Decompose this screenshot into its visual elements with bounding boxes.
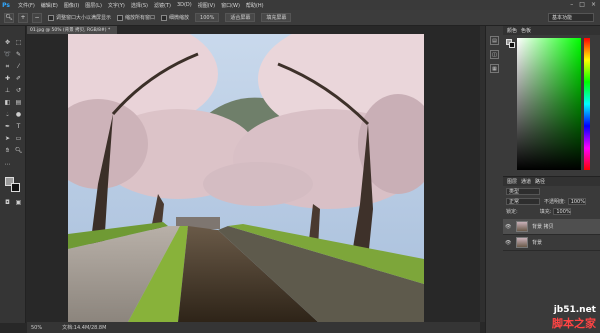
menu-view[interactable]: 视图(V) bbox=[198, 2, 215, 9]
more-tools-icon[interactable]: ⋯ bbox=[3, 160, 12, 169]
zoom-tool-icon[interactable]: 🔍︎ bbox=[14, 146, 23, 155]
lock-label: 锁定: bbox=[506, 209, 518, 215]
window-controls: – □ × bbox=[570, 1, 596, 8]
photoshop-logo: Ps bbox=[2, 1, 10, 9]
marquee-tool-icon[interactable]: ⬚ bbox=[14, 38, 23, 47]
zoom-in-icon[interactable]: + bbox=[18, 12, 28, 23]
menu-bar: Ps 文件(F) 编辑(E) 图像(I) 图层(L) 文字(Y) 选择(S) 滤… bbox=[0, 0, 600, 10]
menu-image[interactable]: 图像(I) bbox=[64, 2, 79, 9]
watermark-site-name: 脚本之家 bbox=[552, 317, 596, 330]
minimize-button[interactable]: – bbox=[570, 1, 573, 8]
tab-layers[interactable]: 图层 bbox=[507, 178, 517, 185]
pen-tool-icon[interactable]: ✒ bbox=[3, 122, 12, 131]
layer-thumbnail bbox=[516, 237, 528, 248]
menu-3d[interactable]: 3D(D) bbox=[177, 2, 192, 8]
quick-select-tool-icon[interactable]: ✎ bbox=[14, 50, 23, 59]
adjustments-panel-icon[interactable]: ▦ bbox=[490, 64, 499, 73]
resize-windows-checkbox[interactable] bbox=[48, 14, 54, 21]
brush-tool-icon[interactable]: ✐ bbox=[14, 74, 23, 83]
path-select-icon[interactable]: ➤ bbox=[3, 134, 12, 143]
tools-panel: ✥ ⬚ ➰ ✎ ⌗ ⁄ ✚ ✐ ⊥ ↺ ◧ ▤ 💧︎ ● ✒ T ➤ ▭ ✋︎ … bbox=[0, 26, 26, 323]
zoom-all-checkbox[interactable] bbox=[117, 14, 124, 21]
menu-select[interactable]: 选择(S) bbox=[131, 2, 148, 9]
color-picker-field[interactable] bbox=[517, 38, 581, 170]
menu-file[interactable]: 文件(F) bbox=[18, 2, 35, 9]
zoom-out-icon[interactable]: − bbox=[32, 12, 42, 23]
document-tab[interactable]: 01.jpg @ 50% (背景 拷贝, RGB/8#) * bbox=[27, 26, 117, 34]
scrubby-zoom-label: 细微缩放 bbox=[169, 15, 190, 21]
watermark: jb51.net 脚本之家 bbox=[552, 305, 596, 331]
opacity-label: 不透明度: bbox=[544, 199, 566, 205]
maximize-button[interactable]: □ bbox=[579, 1, 585, 8]
visibility-eye-icon[interactable]: 👁︎ bbox=[505, 240, 513, 246]
zoom-all-label: 缩放所有窗口 bbox=[125, 15, 156, 21]
color-panel: 颜色 色板 bbox=[503, 26, 600, 176]
healing-brush-icon[interactable]: ✚ bbox=[3, 74, 12, 83]
quick-mask-icon[interactable]: ◘ bbox=[3, 198, 12, 207]
move-tool-icon[interactable]: ✥ bbox=[3, 38, 12, 47]
history-brush-icon[interactable]: ↺ bbox=[14, 86, 23, 95]
zoom-100-button[interactable]: 100% bbox=[195, 13, 220, 22]
panel-icon-strip: ▤ ◫ ▦ bbox=[485, 26, 503, 333]
blend-mode-select[interactable]: 正常 bbox=[506, 198, 540, 205]
tab-color[interactable]: 颜色 bbox=[507, 27, 517, 34]
menu-window[interactable]: 窗口(W) bbox=[221, 2, 240, 9]
lasso-tool-icon[interactable]: ➰ bbox=[3, 50, 12, 59]
clone-stamp-icon[interactable]: ⊥ bbox=[3, 86, 12, 95]
properties-panel-icon[interactable]: ◫ bbox=[490, 50, 499, 59]
tab-swatches[interactable]: 色板 bbox=[521, 27, 531, 34]
cherry-blossom-canal-photo bbox=[68, 34, 424, 322]
close-button[interactable]: × bbox=[591, 1, 596, 8]
menu-layer[interactable]: 图层(L) bbox=[85, 2, 102, 9]
menu-type[interactable]: 文字(Y) bbox=[108, 2, 125, 9]
fit-screen-button[interactable]: 适合屏幕 bbox=[225, 13, 256, 22]
document-size[interactable]: 文档:14.4M/28.8M bbox=[62, 324, 106, 331]
gradient-tool-icon[interactable]: ▤ bbox=[14, 98, 23, 107]
layer-thumbnail bbox=[516, 221, 528, 232]
menu-filter[interactable]: 滤镜(T) bbox=[154, 2, 171, 9]
color-panel-tabs: 颜色 色板 bbox=[503, 26, 600, 35]
tab-channels[interactable]: 通道 bbox=[521, 178, 531, 185]
layer-name: 背景 拷贝 bbox=[532, 224, 554, 230]
scrubby-zoom-checkbox[interactable] bbox=[161, 14, 168, 21]
shape-tool-icon[interactable]: ▭ bbox=[14, 134, 23, 143]
background-color-swatch[interactable] bbox=[11, 183, 20, 192]
watermark-domain: jb51.net bbox=[553, 305, 596, 315]
menu-help[interactable]: 帮助(H) bbox=[246, 2, 264, 9]
layers-panel-tabs: 图层 通道 路径 bbox=[503, 177, 600, 186]
status-bar: 50% 文档:14.4M/28.8M bbox=[27, 322, 480, 333]
layer-filter-select[interactable]: 类型 bbox=[506, 188, 540, 195]
options-bar: 🔍︎ + − 调整窗口大小以满屏显示 缩放所有窗口 细微缩放 100% 适合屏幕… bbox=[0, 10, 600, 26]
dodge-tool-icon[interactable]: ● bbox=[14, 110, 23, 119]
tab-paths[interactable]: 路径 bbox=[535, 178, 545, 185]
history-panel-icon[interactable]: ▤ bbox=[490, 36, 499, 45]
type-tool-icon[interactable]: T bbox=[14, 122, 23, 131]
layer-row-background-copy[interactable]: 👁︎ 背景 拷贝 bbox=[503, 219, 600, 235]
screen-mode-icon[interactable]: ▣ bbox=[14, 198, 23, 207]
blur-tool-icon[interactable]: 💧︎ bbox=[3, 110, 12, 119]
eraser-tool-icon[interactable]: ◧ bbox=[3, 98, 12, 107]
hand-tool-icon[interactable]: ✋︎ bbox=[3, 146, 12, 155]
fill-screen-button[interactable]: 填充屏幕 bbox=[261, 13, 292, 22]
zoom-tool-icon[interactable]: 🔍︎ bbox=[4, 12, 14, 23]
fill-label: 填充: bbox=[539, 209, 552, 215]
fill-field[interactable]: 100% bbox=[553, 208, 572, 215]
layer-name: 背景 bbox=[532, 240, 543, 246]
document-image[interactable] bbox=[68, 34, 424, 322]
visibility-eye-icon[interactable]: 👁︎ bbox=[505, 224, 513, 230]
menu-edit[interactable]: 编辑(E) bbox=[41, 2, 58, 9]
layer-row-background[interactable]: 👁︎ 背景 bbox=[503, 235, 600, 251]
eyedropper-tool-icon[interactable]: ⁄ bbox=[14, 62, 23, 71]
crop-tool-icon[interactable]: ⌗ bbox=[3, 62, 12, 71]
opacity-field[interactable]: 100% bbox=[567, 198, 586, 205]
panel-background-swatch[interactable] bbox=[509, 42, 515, 48]
hue-slider[interactable] bbox=[584, 38, 590, 170]
resize-windows-label: 调整窗口大小以满屏显示 bbox=[56, 15, 112, 21]
zoom-level[interactable]: 50% bbox=[31, 325, 42, 331]
workspace-select[interactable]: 基本功能 bbox=[548, 13, 594, 22]
